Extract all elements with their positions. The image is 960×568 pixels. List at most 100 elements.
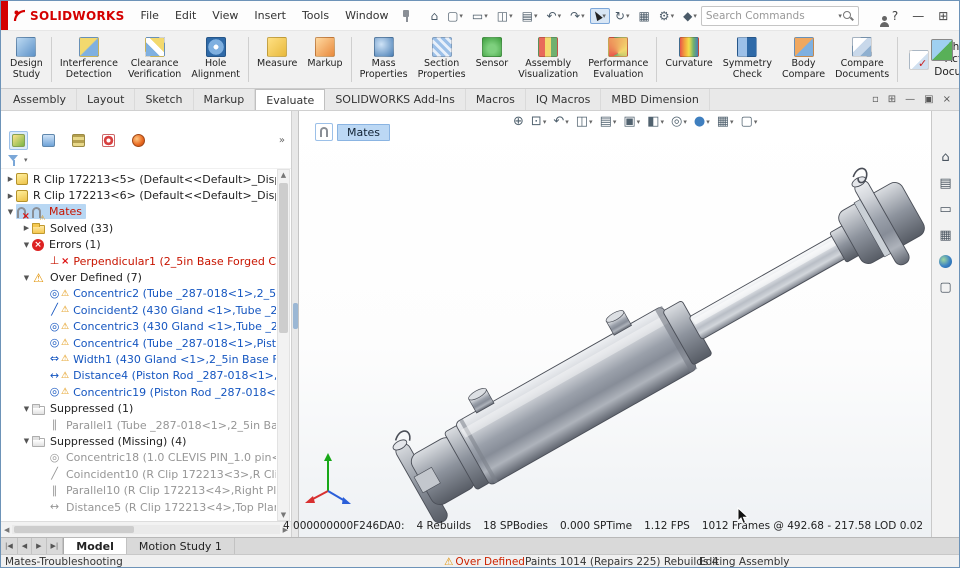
dropdown-arrow[interactable]: ▾	[683, 118, 687, 126]
tree-item[interactable]: ⇔⚠Width1 (430 Gland <1>,2_5in Base Forge…	[1, 351, 276, 367]
dimxpert-manager-tab[interactable]	[99, 131, 118, 150]
tree-item[interactable]: ◎⚠Concentric2 (Tube _287-018<1>,2_5in Ba…	[1, 286, 276, 302]
redo-button[interactable]: ↷ ▾	[566, 7, 589, 25]
tab-macros[interactable]: Macros	[466, 89, 526, 110]
menu-tools[interactable]: Tools	[294, 1, 337, 31]
print-button[interactable]: ▤ ▾	[518, 7, 542, 25]
section-view-button[interactable]: ◫ ▾	[574, 114, 595, 129]
expand-arrow[interactable]: ▶	[5, 192, 16, 200]
custom-properties-icon[interactable]: ▢	[939, 281, 951, 294]
dropdown-arrow[interactable]: ▾	[558, 12, 562, 20]
body-compare-button[interactable]: Body Compare	[777, 33, 830, 86]
sensor-button[interactable]: Sensor	[471, 33, 514, 86]
new-document-button[interactable]: ▢ ▾	[443, 7, 467, 25]
scrollbar-track[interactable]	[12, 525, 280, 534]
dock-window-button[interactable]: ▫	[872, 94, 879, 105]
tree-item[interactable]: ∥ Parallel1 (Tube _287-018<1>,2_5in Base …	[1, 417, 276, 433]
menu-insert[interactable]: Insert	[246, 1, 294, 31]
tile-window-button[interactable]: ⊞	[888, 94, 896, 105]
help-button[interactable]: ?	[887, 9, 903, 23]
view-settings-button[interactable]: ▢ ▾	[739, 114, 760, 129]
mates-breadcrumb-icon[interactable]	[315, 123, 333, 141]
file-explorer-icon[interactable]: ▭	[939, 203, 951, 216]
dropdown-arrow[interactable]: ▾	[509, 12, 513, 20]
save-button[interactable]: ◫ ▾	[493, 7, 517, 25]
design-study-button[interactable]: Design Study	[5, 33, 48, 86]
markup-button[interactable]: Markup	[302, 33, 347, 86]
tree-vertical-scrollbar[interactable]: ▲ ▼	[277, 169, 290, 521]
dropdown-arrow[interactable]: ▾	[754, 118, 758, 126]
undo-button[interactable]: ↶ ▾	[543, 7, 566, 25]
search-icon[interactable]	[842, 10, 854, 22]
scrollbar-thumb[interactable]	[14, 526, 135, 533]
expand-arrow[interactable]: ▶	[21, 224, 32, 232]
measure-button[interactable]: Measure	[252, 33, 302, 86]
design-library-icon[interactable]: ▤	[939, 177, 951, 190]
menu-edit[interactable]: Edit	[167, 1, 204, 31]
tree-item[interactable]: ╱⚠Coincident2 (430 Gland <1>,Tube _287-0…	[1, 302, 276, 318]
expand-arrow[interactable]: ▶	[5, 175, 16, 183]
restore-window-button[interactable]: ▣	[924, 94, 933, 105]
appearances-icon[interactable]	[939, 255, 952, 268]
tree-item[interactable]: ▶ R Clip 172213<5> (Default<<Default>_Dis…	[1, 171, 276, 187]
dropdown-arrow[interactable]: ▾	[671, 12, 675, 20]
tree-filter-bar[interactable]: ▾	[1, 151, 291, 169]
expand-arrow[interactable]: ▼	[21, 405, 32, 413]
tab-iq-macros[interactable]: IQ Macros	[526, 89, 602, 110]
dropdown-arrow[interactable]: ▾	[534, 12, 538, 20]
tree-item[interactable]: ▼ Suppressed (1)	[1, 400, 276, 416]
tab-mbd-dimension[interactable]: MBD Dimension	[601, 89, 710, 110]
zoom-to-fit-button[interactable]: ⊕	[511, 114, 526, 129]
expand-arrow[interactable]: ▼	[5, 208, 16, 216]
dropdown-arrow[interactable]: ▾	[543, 118, 547, 126]
dropdown-arrow[interactable]: ▾	[660, 118, 664, 126]
dropdown-arrow[interactable]: ▾	[637, 118, 641, 126]
dropdown-arrow[interactable]: ▾	[706, 118, 710, 126]
previous-view-button[interactable]: ↶ ▾	[551, 114, 570, 129]
menu-view[interactable]: View	[204, 1, 246, 31]
tab-evaluate[interactable]: Evaluate	[255, 89, 326, 110]
minimize-button[interactable]: —	[907, 9, 929, 23]
breadcrumb-label[interactable]: Mates	[337, 123, 391, 141]
symmetry-check-button[interactable]: Symmetry Check	[718, 33, 777, 86]
configuration-manager-tab[interactable]	[69, 131, 88, 150]
view-palette-icon[interactable]: ▦	[939, 229, 951, 242]
xpress-products-button[interactable]: ◆ ▾	[679, 7, 701, 25]
next-tab-button[interactable]: ▶	[32, 538, 47, 554]
hole-alignment-button[interactable]: Hole Alignment	[186, 33, 245, 86]
zoom-to-area-button[interactable]: ⊡ ▾	[529, 114, 548, 129]
dynamic-annotation-views-button[interactable]: ▤ ▾	[598, 114, 619, 129]
tab-layout[interactable]: Layout	[77, 89, 136, 110]
splitter-grip[interactable]	[293, 303, 298, 329]
dropdown-arrow[interactable]: ▾	[484, 12, 488, 20]
tree-item[interactable]: ⊥×Perpendicular1 (2_5in Base Forged Clev…	[1, 253, 276, 269]
tree-item[interactable]: ◎⚠Concentric4 (Tube _287-018<1>,Piston R…	[1, 335, 276, 351]
close-window-button[interactable]: ×	[943, 94, 951, 105]
tree-item[interactable]: ▼ × Errors (1)	[1, 237, 276, 253]
tree-item[interactable]: ▶ Solved (33)	[1, 220, 276, 236]
rebuild-button[interactable]: ↻ ▾	[611, 7, 634, 25]
filter-dropdown-arrow[interactable]: ▾	[24, 156, 28, 164]
display-style-button[interactable]: ◧ ▾	[645, 114, 666, 129]
curvature-button[interactable]: Curvature	[660, 33, 717, 86]
search-box[interactable]: ▾	[700, 5, 859, 26]
dropdown-arrow[interactable]: ▾	[565, 118, 569, 126]
tree-item[interactable]: ╱ Coincident10 (R Clip 172213<3>,R Clip 1…	[1, 466, 276, 482]
dropdown-arrow[interactable]: ▾	[589, 118, 593, 126]
view-orientation-button[interactable]: ▣ ▾	[621, 114, 642, 129]
scrollbar-thumb[interactable]	[279, 183, 288, 333]
assembly-visualization-button[interactable]: Assembly Visualization	[513, 33, 583, 86]
tile-button[interactable]: ⊞	[933, 9, 953, 23]
dropdown-arrow[interactable]: ▾	[693, 12, 697, 20]
interference-detection-button[interactable]: Interference Detection	[55, 33, 123, 86]
file-properties-button[interactable]: ▦	[634, 7, 653, 25]
options-button[interactable]: ⚙ ▾	[655, 7, 678, 25]
tree-item[interactable]: ◎⚠Concentric19 (Piston Rod _287-018<1>,R…	[1, 384, 276, 400]
dropdown-arrow[interactable]: ▾	[581, 12, 585, 20]
tab-assembly[interactable]: Assembly	[3, 89, 78, 110]
tree-item[interactable]: ▼ Suppressed (Missing) (4)	[1, 433, 276, 449]
section-properties-button[interactable]: Section Properties	[413, 33, 471, 86]
scroll-up-arrow[interactable]: ▲	[278, 171, 289, 179]
dropdown-arrow[interactable]: ▾	[730, 118, 734, 126]
tree-item[interactable]: ↔ Distance5 (R Clip 172213<4>,Top Plane)	[1, 499, 276, 515]
